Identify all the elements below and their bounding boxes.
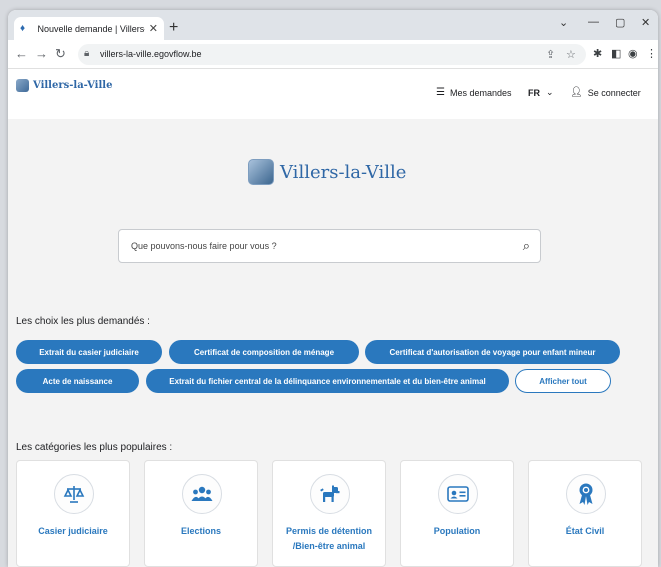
login-link[interactable]: 👤︎ Se connecter: [570, 87, 641, 98]
category-card-etat-civil[interactable]: État Civil: [528, 460, 642, 567]
lock-icon[interactable]: 🔒︎: [84, 48, 89, 59]
favicon-icon: ♦: [20, 22, 26, 34]
minimize-icon[interactable]: —: [588, 16, 599, 28]
forward-icon[interactable]: →: [35, 46, 48, 61]
category-label: Casier judiciaire: [38, 526, 108, 536]
side-panel-icon[interactable]: ◧: [611, 47, 621, 60]
id-card-icon: [438, 474, 478, 514]
search-input[interactable]: Que pouvons-nous faire pour vous ? ⌕: [118, 229, 541, 263]
my-requests-label: Mes demandes: [449, 87, 512, 98]
chevron-down-icon: ⌄: [546, 87, 554, 97]
hero-logo: Villers-la-Ville: [248, 159, 406, 185]
choice-chip[interactable]: Extrait du casier judiciaire: [16, 340, 162, 364]
category-label: État Civil: [565, 526, 605, 536]
url-text[interactable]: villers-la-ville.egovflow.be: [100, 49, 202, 59]
header-logo-text: Villers-la-Ville: [33, 80, 113, 91]
share-icon[interactable]: ⇪: [546, 48, 555, 61]
hero-logo-text: Villers-la-Ville: [280, 161, 407, 183]
dog-icon: [310, 474, 350, 514]
category-card-population[interactable]: Population: [400, 460, 514, 567]
menu-icon[interactable]: ⋮: [646, 47, 657, 60]
choice-chip[interactable]: Certificat de composition de ménage: [169, 340, 359, 364]
people-icon: [182, 474, 222, 514]
language-selector[interactable]: FR ⌄: [528, 87, 554, 98]
profile-icon[interactable]: ◉: [628, 47, 638, 60]
categories-title: Les catégories les plus populaires :: [16, 442, 173, 453]
web-page: Villers-la-Ville ☰ Mes demandes FR ⌄ 👤︎ …: [8, 69, 658, 567]
bookmark-star-icon[interactable]: ☆: [566, 48, 576, 61]
extensions-icon[interactable]: ✱: [593, 47, 602, 60]
category-card-elections[interactable]: Elections: [144, 460, 258, 567]
close-window-icon[interactable]: ✕: [641, 16, 650, 29]
reload-icon[interactable]: ↻: [55, 46, 66, 62]
category-label: Elections: [180, 526, 221, 536]
search-placeholder[interactable]: Que pouvons-nous faire pour vous ?: [131, 241, 277, 251]
search-icon[interactable]: ⌕: [523, 238, 530, 254]
site-header: Villers-la-Ville ☰ Mes demandes FR ⌄ 👤︎ …: [8, 69, 658, 119]
tab-search-chevron-icon[interactable]: ⌄: [559, 16, 568, 29]
browser-toolbar: ← → ↻ 🔒︎ villers-la-ville.egovflow.be ⇪ …: [8, 40, 658, 69]
new-tab-icon[interactable]: +: [169, 19, 178, 37]
show-all-button[interactable]: Afficher tout: [515, 369, 611, 393]
tab-close-icon[interactable]: ✕: [149, 22, 158, 35]
browser-tab[interactable]: ♦ Nouvelle demande | Villers-la-V ✕: [14, 17, 164, 40]
category-card-permis[interactable]: Permis de détention /Bien-être animal: [272, 460, 386, 567]
choice-chip[interactable]: Certificat d'autorisation de voyage pour…: [365, 340, 620, 364]
header-logo[interactable]: Villers-la-Ville: [16, 79, 112, 92]
crest-icon: [248, 159, 274, 185]
popular-choices-title: Les choix les plus demandés :: [16, 316, 150, 327]
choice-chip[interactable]: Extrait du fichier central de la délinqu…: [146, 369, 509, 393]
my-requests-link[interactable]: ☰ Mes demandes: [436, 87, 512, 98]
tab-title: Nouvelle demande | Villers-la-V: [37, 23, 145, 34]
choice-chip[interactable]: Acte de naissance: [16, 369, 139, 393]
user-icon: 👤︎: [570, 87, 583, 98]
language-label: FR: [528, 87, 540, 98]
address-bar[interactable]: 🔒︎ villers-la-ville.egovflow.be ⇪ ☆: [78, 44, 586, 65]
category-card-casier[interactable]: Casier judiciaire: [16, 460, 130, 567]
rosette-icon: [566, 474, 606, 514]
login-label: Se connecter: [587, 87, 641, 98]
category-label: Population: [433, 526, 481, 536]
scales-icon: [54, 474, 94, 514]
crest-icon: [16, 79, 29, 92]
back-icon[interactable]: ←: [15, 46, 28, 61]
list-icon: ☰: [436, 87, 445, 98]
category-label: Permis de détention /Bien-être animal: [285, 526, 373, 551]
maximize-icon[interactable]: ▢: [615, 16, 625, 29]
tab-strip: ♦ Nouvelle demande | Villers-la-V ✕ + ⌄ …: [8, 10, 658, 40]
browser-window: ♦ Nouvelle demande | Villers-la-V ✕ + ⌄ …: [8, 10, 658, 567]
